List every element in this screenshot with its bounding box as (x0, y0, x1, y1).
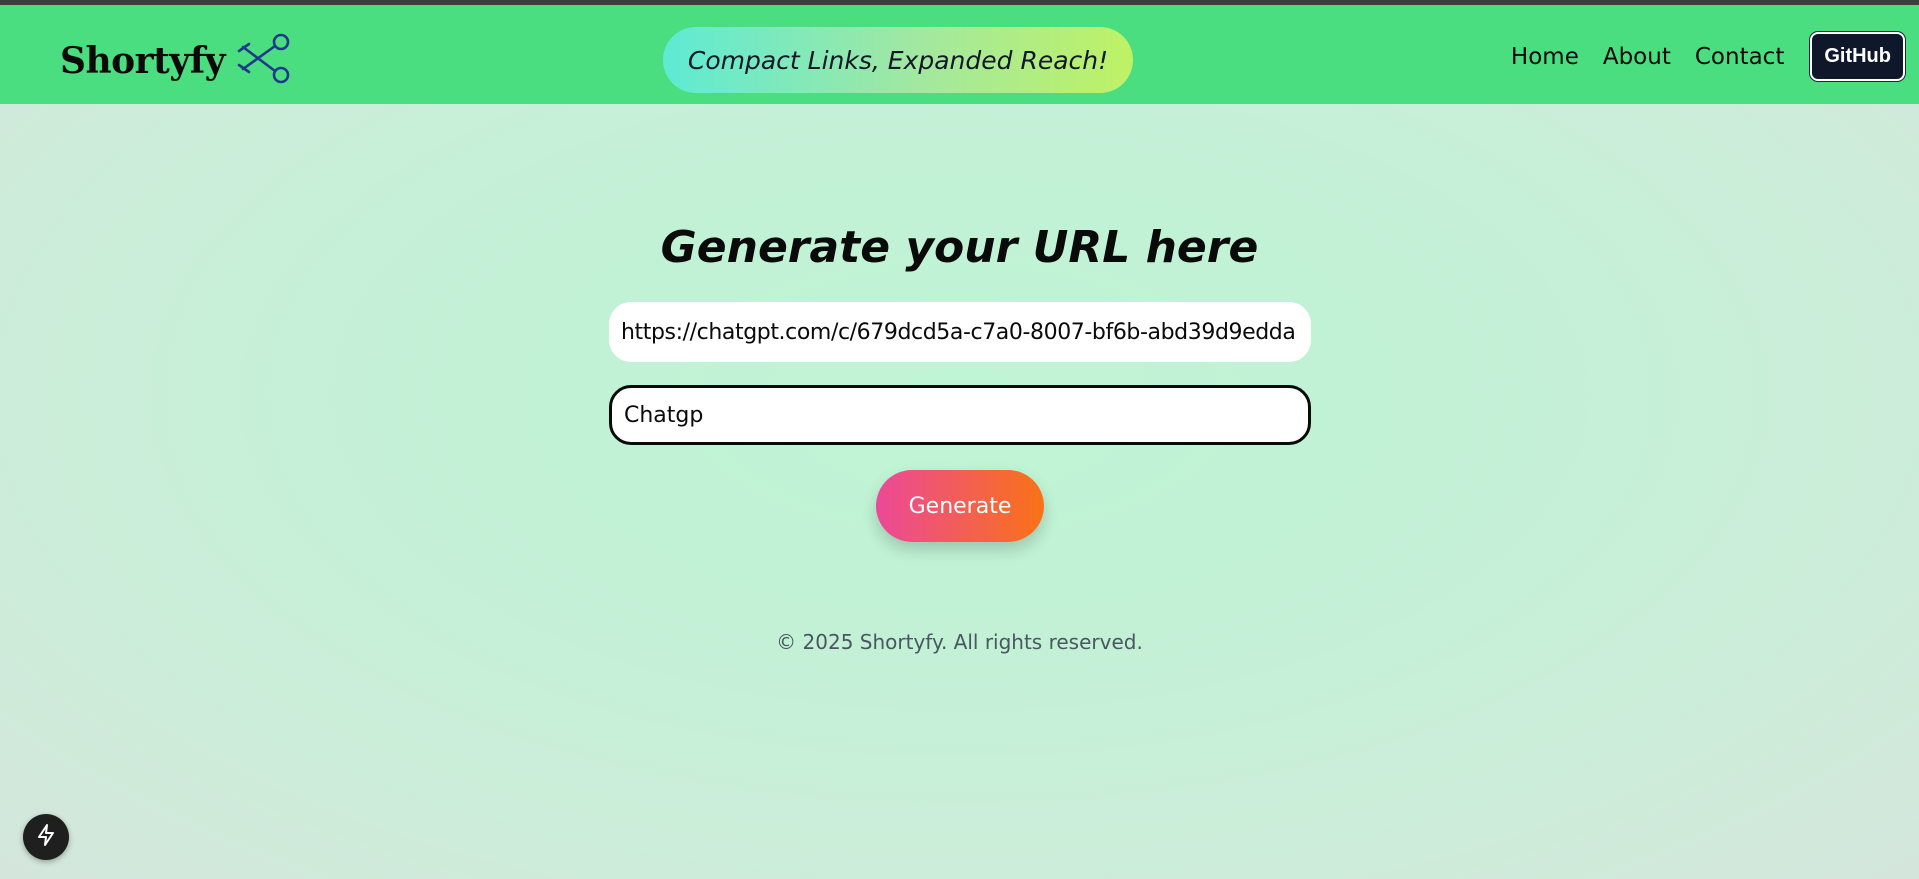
footer-copyright: © 2025 Shortyfy. All rights reserved. (776, 630, 1143, 654)
alias-input[interactable] (609, 385, 1311, 445)
page-heading: Generate your URL here (660, 222, 1259, 273)
github-button[interactable]: GitHub (1810, 32, 1905, 81)
navbar: Shortyfy Compact Links, Expanded Reach! … (0, 5, 1919, 104)
tagline: Compact Links, Expanded Reach! (663, 27, 1133, 93)
brand-name: Shortyfy (60, 40, 226, 82)
scissors-icon (235, 31, 293, 91)
nav-about[interactable]: About (1603, 44, 1671, 70)
lightning-icon (34, 823, 58, 851)
nav-links: Home About Contact GitHub (1511, 32, 1905, 81)
generate-button[interactable]: Generate (876, 470, 1044, 542)
url-input[interactable] (609, 302, 1311, 362)
nav-contact[interactable]: Contact (1695, 44, 1784, 70)
corner-lightning-button[interactable] (23, 814, 69, 860)
brand[interactable]: Shortyfy (60, 31, 293, 91)
nav-home[interactable]: Home (1511, 44, 1579, 70)
